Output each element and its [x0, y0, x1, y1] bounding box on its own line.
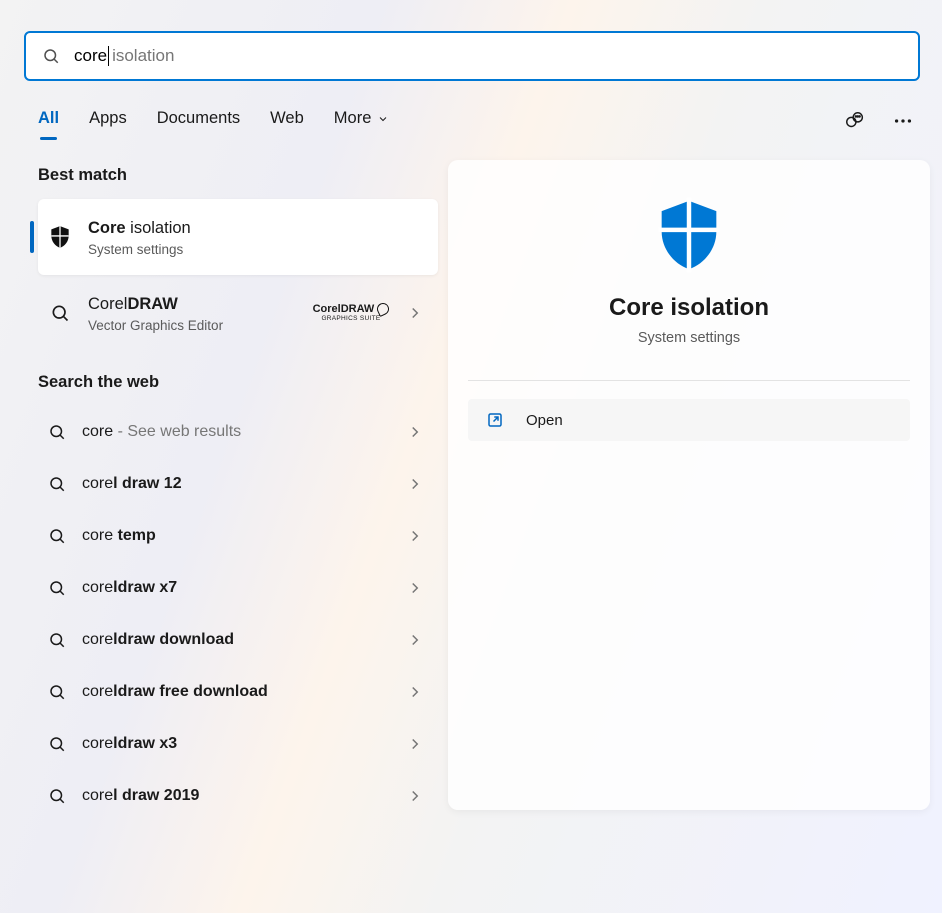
chevron-down-icon: [377, 113, 389, 125]
web-result-3[interactable]: coreldraw x7: [38, 562, 438, 614]
search-icon: [46, 299, 74, 327]
search-input[interactable]: core isolation: [74, 46, 174, 66]
chevron-right-icon: [406, 683, 424, 701]
filter-tabs: All Apps Documents Web More: [38, 103, 920, 138]
best-match-heading: Best match: [38, 166, 438, 185]
chevron-right-icon: [406, 735, 424, 753]
chevron-right-icon: [406, 527, 424, 545]
web-result-title: corel draw 2019: [82, 785, 406, 807]
tab-more[interactable]: More: [334, 103, 390, 138]
tab-more-label: More: [334, 109, 372, 128]
shield-large-icon: [648, 194, 730, 276]
open-action-label: Open: [526, 412, 563, 429]
divider: [468, 380, 910, 381]
chevron-right-icon: [406, 475, 424, 493]
search-suggestion-text: isolation: [112, 46, 174, 66]
chevron-right-icon: [406, 304, 424, 322]
search-box[interactable]: core isolation: [24, 31, 920, 81]
tab-documents[interactable]: Documents: [157, 103, 240, 138]
chevron-right-icon: [406, 631, 424, 649]
search-icon: [46, 785, 68, 807]
web-result-6[interactable]: coreldraw x3: [38, 718, 438, 770]
preview-panel: Core isolation System settings Open: [448, 160, 930, 810]
preview-title: Core isolation: [609, 294, 769, 322]
chevron-right-icon: [406, 423, 424, 441]
web-result-title: core temp: [82, 525, 406, 547]
preview-subtitle: System settings: [638, 330, 740, 346]
web-result-title: coreldraw free download: [82, 681, 406, 703]
web-result-1[interactable]: corel draw 12: [38, 458, 438, 510]
tab-web[interactable]: Web: [270, 103, 304, 138]
search-icon: [46, 577, 68, 599]
chevron-right-icon: [406, 579, 424, 597]
tab-apps[interactable]: Apps: [89, 103, 127, 138]
search-icon: [46, 629, 68, 651]
app-result-coreldraw[interactable]: CorelDRAW Vector Graphics Editor CorelDR…: [38, 275, 438, 351]
search-icon: [46, 733, 68, 755]
search-icon: [46, 681, 68, 703]
web-result-title: coreldraw download: [82, 629, 406, 651]
search-icon: [46, 421, 68, 443]
app-result-title: CorelDRAW: [88, 293, 306, 315]
search-typed-text: core: [74, 46, 107, 66]
search-web-heading: Search the web: [38, 373, 438, 392]
best-match-subtitle: System settings: [88, 242, 428, 257]
ellipsis-icon[interactable]: [892, 110, 914, 132]
shield-icon: [46, 223, 74, 251]
open-external-icon: [486, 411, 504, 429]
coreldraw-logo: CorelDRAW GRAPHICS SUITE: [306, 303, 396, 323]
best-match-result[interactable]: Core isolation System settings: [38, 199, 438, 275]
open-action[interactable]: Open: [468, 399, 910, 441]
web-result-title: coreldraw x3: [82, 733, 406, 755]
chat-icon[interactable]: [844, 110, 866, 132]
tab-all[interactable]: All: [38, 103, 59, 138]
web-result-5[interactable]: coreldraw free download: [38, 666, 438, 718]
results-column: Best match Core isolation System setting…: [0, 160, 448, 822]
app-result-subtitle: Vector Graphics Editor: [88, 318, 306, 333]
text-cursor: [108, 46, 109, 66]
web-result-7[interactable]: corel draw 2019: [38, 770, 438, 822]
web-result-2[interactable]: core temp: [38, 510, 438, 562]
web-result-title: coreldraw x7: [82, 577, 406, 599]
search-icon: [46, 473, 68, 495]
web-result-4[interactable]: coreldraw download: [38, 614, 438, 666]
search-icon: [42, 47, 60, 65]
best-match-title: Core isolation: [88, 217, 428, 239]
web-result-title: corel draw 12: [82, 473, 406, 495]
web-result-0[interactable]: core - See web results: [38, 406, 438, 458]
chevron-right-icon: [406, 787, 424, 805]
web-result-title: core - See web results: [82, 421, 406, 443]
web-results-list: core - See web results corel draw 12 cor…: [38, 406, 438, 822]
search-icon: [46, 525, 68, 547]
